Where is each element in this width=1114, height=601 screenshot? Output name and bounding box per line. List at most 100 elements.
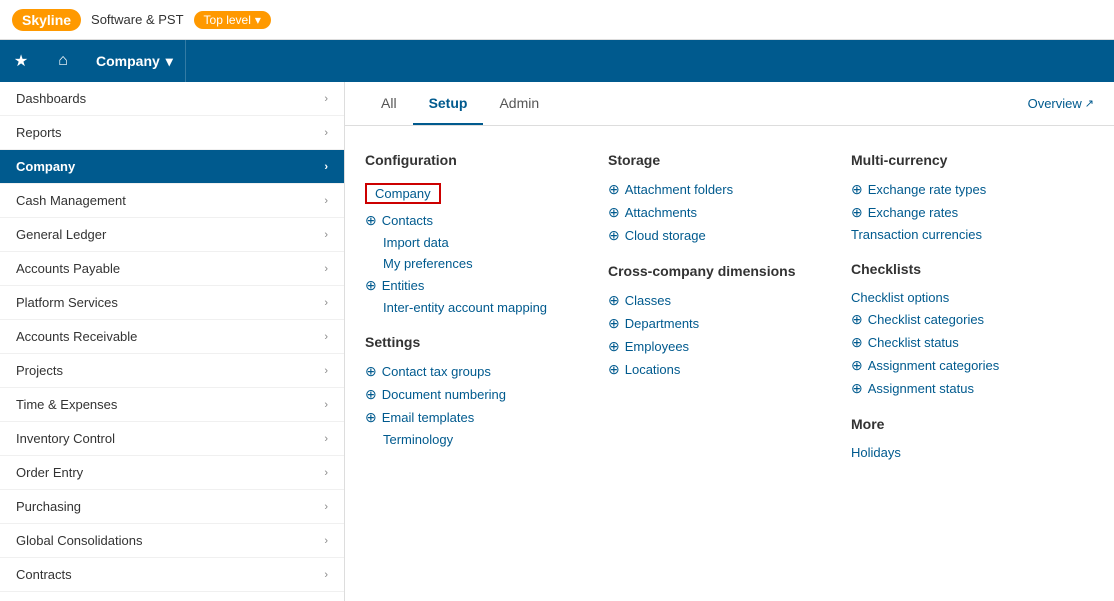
tab-all[interactable]: All xyxy=(365,83,413,125)
chevron-right-icon: › xyxy=(324,161,328,173)
sidebar-item-reports[interactable]: Reports › xyxy=(0,116,344,150)
contact-tax-groups-link[interactable]: ⊕ Contact tax groups xyxy=(365,360,592,383)
configuration-title: Configuration xyxy=(365,152,592,168)
sidebar: Dashboards › Reports › Company › Cash Ma… xyxy=(0,82,345,601)
sidebar-item-label: Contracts xyxy=(16,567,72,582)
holidays-link[interactable]: Holidays xyxy=(851,442,1078,463)
assignment-status-label: Assignment status xyxy=(868,381,974,396)
content-grid: Configuration Company ⊕ Contacts Import … xyxy=(345,126,1114,483)
storage-title: Storage xyxy=(608,152,835,168)
transaction-currencies-link[interactable]: Transaction currencies xyxy=(851,224,1078,245)
overview-label: Overview xyxy=(1028,96,1082,111)
sidebar-item-global-consolidations[interactable]: Global Consolidations › xyxy=(0,524,344,558)
assignment-categories-link[interactable]: ⊕ Assignment categories xyxy=(851,354,1078,377)
sidebar-item-cash-management[interactable]: Cash Management › xyxy=(0,184,344,218)
departments-link[interactable]: ⊕ Departments xyxy=(608,312,835,335)
departments-label: Departments xyxy=(625,316,699,331)
sidebar-item-projects[interactable]: Projects › xyxy=(0,354,344,388)
favorites-icon[interactable]: ★ xyxy=(0,40,42,82)
chevron-right-icon: › xyxy=(324,127,328,139)
classes-link[interactable]: ⊕ Classes xyxy=(608,289,835,312)
checklist-categories-label: Checklist categories xyxy=(868,312,984,327)
company-nav-label: Company xyxy=(96,53,160,69)
skyline-logo: Skyline xyxy=(12,9,81,31)
attachments-link[interactable]: ⊕ Attachments xyxy=(608,201,835,224)
inter-entity-link[interactable]: Inter-entity account mapping xyxy=(365,297,592,318)
checklists-title: Checklists xyxy=(851,261,1078,277)
sidebar-item-order-entry[interactable]: Order Entry › xyxy=(0,456,344,490)
plus-icon: ⊕ xyxy=(851,380,863,397)
email-templates-link[interactable]: ⊕ Email templates xyxy=(365,406,592,429)
terminology-link[interactable]: Terminology xyxy=(365,429,592,450)
chevron-right-icon: › xyxy=(324,297,328,309)
sidebar-item-contracts[interactable]: Contracts › xyxy=(0,558,344,592)
plus-icon: ⊕ xyxy=(608,204,620,221)
sidebar-item-inventory-control[interactable]: Inventory Control › xyxy=(0,422,344,456)
chevron-right-icon: › xyxy=(324,331,328,343)
sidebar-item-label: Projects xyxy=(16,363,63,378)
locations-link[interactable]: ⊕ Locations xyxy=(608,358,835,381)
chevron-right-icon: › xyxy=(324,93,328,105)
assignment-categories-label: Assignment categories xyxy=(868,358,1000,373)
top-bar: Skyline Software & PST Top level ▾ xyxy=(0,0,1114,40)
sidebar-item-accounts-receivable[interactable]: Accounts Receivable › xyxy=(0,320,344,354)
sidebar-item-platform-services[interactable]: Platform Services › xyxy=(0,286,344,320)
chevron-right-icon: › xyxy=(324,195,328,207)
sidebar-item-purchasing[interactable]: Purchasing › xyxy=(0,490,344,524)
attachment-folders-label: Attachment folders xyxy=(625,182,733,197)
tab-setup[interactable]: Setup xyxy=(413,83,484,125)
plus-icon: ⊕ xyxy=(365,409,377,426)
exchange-rates-link[interactable]: ⊕ Exchange rates xyxy=(851,201,1078,224)
plus-icon: ⊕ xyxy=(365,212,377,229)
sidebar-item-company[interactable]: Company › xyxy=(0,150,344,184)
sidebar-item-taxes[interactable]: Taxes › xyxy=(0,592,344,601)
chevron-right-icon: › xyxy=(324,535,328,547)
sidebar-item-label: Inventory Control xyxy=(16,431,115,446)
sidebar-item-label: Reports xyxy=(16,125,62,140)
exchange-rate-types-label: Exchange rate types xyxy=(868,182,987,197)
company-nav-button[interactable]: Company ▾ xyxy=(84,40,186,82)
my-preferences-link[interactable]: My preferences xyxy=(365,253,592,274)
plus-icon: ⊕ xyxy=(851,181,863,198)
chevron-down-icon: ▾ xyxy=(166,53,173,70)
exchange-rate-types-link[interactable]: ⊕ Exchange rate types xyxy=(851,178,1078,201)
contact-tax-groups-label: Contact tax groups xyxy=(382,364,491,379)
employees-label: Employees xyxy=(625,339,689,354)
sidebar-item-dashboards[interactable]: Dashboards › xyxy=(0,82,344,116)
sidebar-item-label: Dashboards xyxy=(16,91,86,106)
plus-icon: ⊕ xyxy=(608,181,620,198)
plus-icon: ⊕ xyxy=(851,311,863,328)
plus-icon: ⊕ xyxy=(365,277,377,294)
checklist-options-link[interactable]: Checklist options xyxy=(851,287,1078,308)
import-data-link[interactable]: Import data xyxy=(365,232,592,253)
classes-label: Classes xyxy=(625,293,671,308)
plus-icon: ⊕ xyxy=(608,292,620,309)
contacts-label: Contacts xyxy=(382,213,433,228)
checklist-status-link[interactable]: ⊕ Checklist status xyxy=(851,331,1078,354)
checklist-categories-link[interactable]: ⊕ Checklist categories xyxy=(851,308,1078,331)
settings-title: Settings xyxy=(365,334,592,350)
sidebar-item-label: Purchasing xyxy=(16,499,81,514)
attachments-label: Attachments xyxy=(625,205,697,220)
plus-icon: ⊕ xyxy=(365,386,377,403)
chevron-right-icon: › xyxy=(324,433,328,445)
home-icon[interactable]: ⌂ xyxy=(42,40,84,82)
main-content: Dashboards › Reports › Company › Cash Ma… xyxy=(0,82,1114,601)
company-link[interactable]: Company xyxy=(365,183,441,204)
sidebar-item-general-ledger[interactable]: General Ledger › xyxy=(0,218,344,252)
sidebar-item-label: Time & Expenses xyxy=(16,397,117,412)
sidebar-item-time-expenses[interactable]: Time & Expenses › xyxy=(0,388,344,422)
overview-link[interactable]: Overview ↗ xyxy=(1028,96,1094,111)
attachment-folders-link[interactable]: ⊕ Attachment folders xyxy=(608,178,835,201)
chevron-right-icon: › xyxy=(324,569,328,581)
assignment-status-link[interactable]: ⊕ Assignment status xyxy=(851,377,1078,400)
entities-link[interactable]: ⊕ Entities xyxy=(365,274,592,297)
employees-link[interactable]: ⊕ Employees xyxy=(608,335,835,358)
document-numbering-link[interactable]: ⊕ Document numbering xyxy=(365,383,592,406)
sidebar-item-label: Global Consolidations xyxy=(16,533,142,548)
contacts-link[interactable]: ⊕ Contacts xyxy=(365,209,592,232)
tab-admin[interactable]: Admin xyxy=(483,83,555,125)
cloud-storage-link[interactable]: ⊕ Cloud storage xyxy=(608,224,835,247)
sidebar-item-accounts-payable[interactable]: Accounts Payable › xyxy=(0,252,344,286)
top-level-selector[interactable]: Top level ▾ xyxy=(194,11,271,29)
